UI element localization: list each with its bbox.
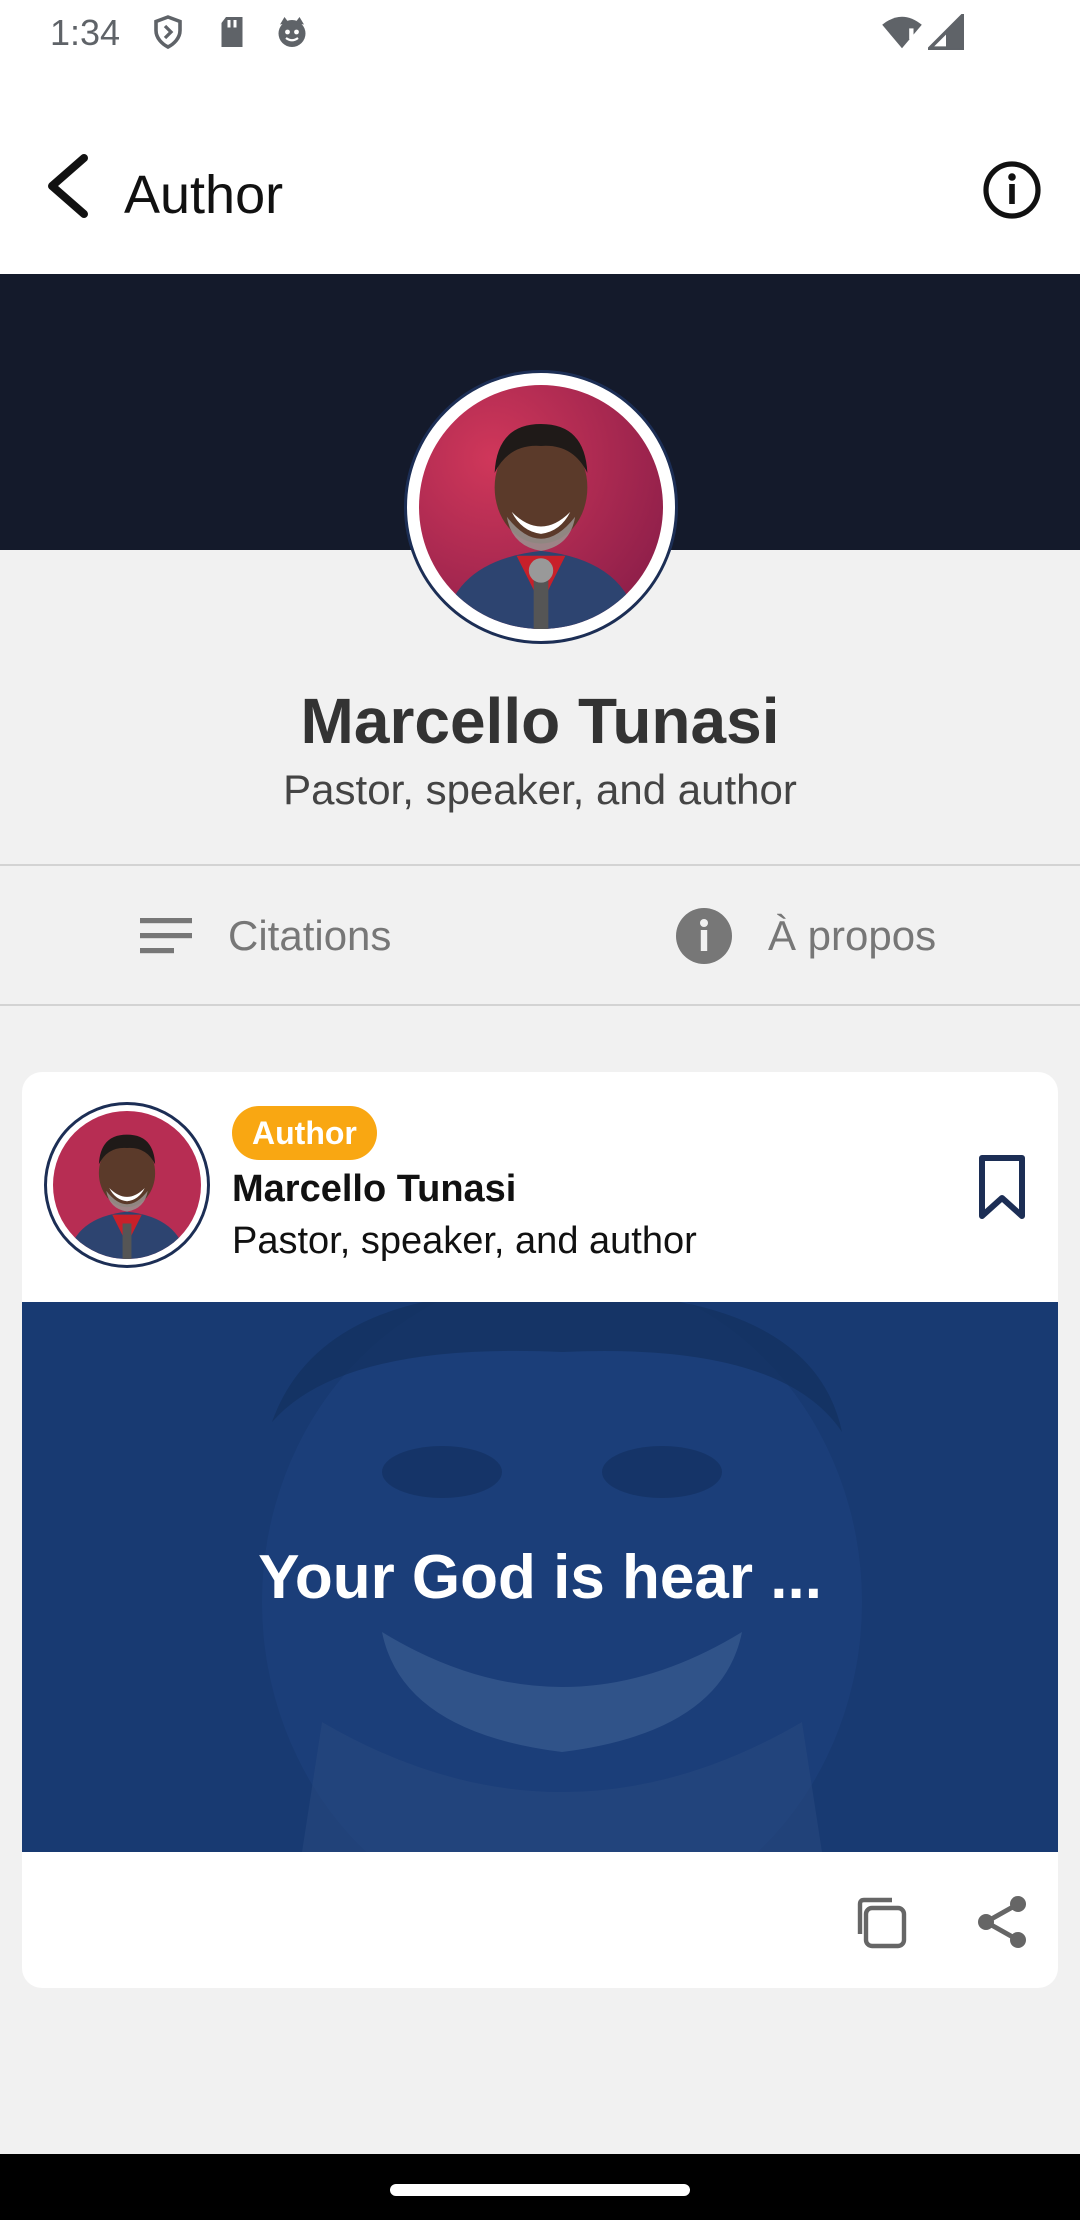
tab-citations-label: Citations [228, 912, 392, 959]
quote-text: Your God is hear ... [258, 1542, 822, 1612]
tab-citations[interactable]: Citations [138, 866, 391, 1006]
list-icon [140, 918, 192, 954]
card-author-name: Marcello Tunasi [232, 1168, 517, 1210]
tab-about-label: À propos [768, 912, 937, 959]
page-title: Author [124, 165, 284, 225]
card-author-role: Pastor, speaker, and author [232, 1220, 697, 1262]
quote-image[interactable]: Your God is hear ... [22, 1302, 1058, 1852]
sd-card-icon [221, 17, 243, 47]
copy-icon[interactable] [850, 1892, 910, 1952]
status-time: 1:34 [50, 12, 121, 53]
card-author-portrait [53, 1111, 201, 1259]
share-icon[interactable] [972, 1892, 1032, 1952]
author-portrait [419, 385, 663, 629]
tab-about[interactable]: À propos [674, 866, 936, 1006]
cat-face-icon [278, 17, 306, 47]
author-name: Marcello Tunasi [300, 685, 780, 757]
status-bar: 1:34 [0, 0, 1080, 66]
quote-card[interactable]: Author Marcello Tunasi Pastor, speaker, … [22, 1072, 1058, 1988]
author-role: Pastor, speaker, and author [283, 766, 797, 813]
shield-icon [154, 15, 182, 50]
app-bar: Author [0, 66, 1080, 274]
wifi-alert-icon [882, 16, 922, 49]
system-nav-bar [0, 2154, 1080, 2220]
card-author-avatar[interactable] [44, 1102, 210, 1268]
arrow-back-icon[interactable] [40, 154, 96, 218]
info-outline-icon[interactable] [982, 160, 1042, 220]
card-actions [22, 1852, 1058, 1988]
author-badge: Author [232, 1106, 377, 1160]
home-gesture-handle[interactable] [390, 2184, 690, 2196]
author-avatar [404, 370, 678, 644]
info-filled-icon [676, 908, 732, 964]
bookmark-icon[interactable] [976, 1154, 1028, 1220]
signal-icon [928, 14, 964, 50]
profile-tabs: Citations À propos [0, 864, 1080, 1006]
